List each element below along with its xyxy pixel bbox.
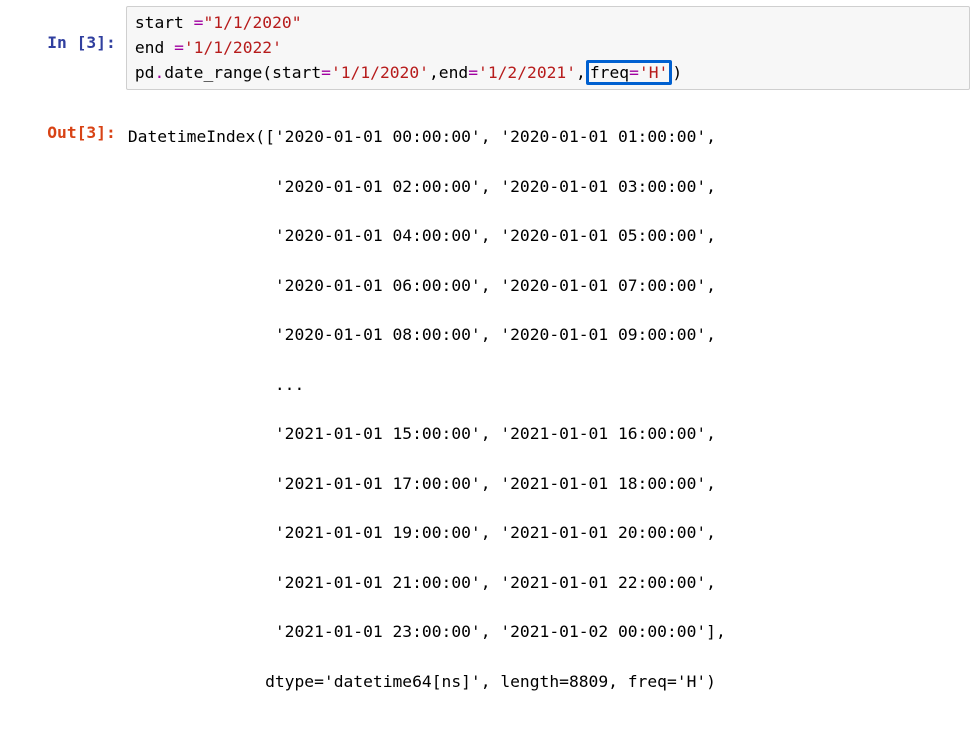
out-line: dtype='datetime64[ns]', length=8809, fre… <box>128 670 970 695</box>
out-line: DatetimeIndex(['2020-01-01 00:00:00', '2… <box>128 125 970 150</box>
output-cell: Out[3]: DatetimeIndex(['2020-01-01 00:00… <box>8 96 970 744</box>
code-input[interactable]: start ="1/1/2020" end ='1/1/2022' pd.dat… <box>126 6 970 90</box>
out-line: '2021-01-01 17:00:00', '2021-01-01 18:00… <box>128 472 970 497</box>
out-line: '2020-01-01 04:00:00', '2020-01-01 05:00… <box>128 224 970 249</box>
output-text: DatetimeIndex(['2020-01-01 00:00:00', '2… <box>126 96 970 744</box>
out-line: '2021-01-01 23:00:00', '2021-01-02 00:00… <box>128 620 970 645</box>
input-cell: In [3]: start ="1/1/2020" end ='1/1/2022… <box>8 6 970 90</box>
out-line: '2021-01-01 19:00:00', '2021-01-01 20:00… <box>128 521 970 546</box>
out-prompt: Out[3]: <box>47 123 116 142</box>
out-line: '2021-01-01 15:00:00', '2021-01-01 16:00… <box>128 422 970 447</box>
out-line: '2021-01-01 21:00:00', '2021-01-01 22:00… <box>128 571 970 596</box>
out-line: '2020-01-01 02:00:00', '2020-01-01 03:00… <box>128 175 970 200</box>
out-line: ... <box>128 373 970 398</box>
code-line-3: pd.date_range(start='1/1/2020',end='1/2/… <box>135 61 961 86</box>
code-line-1: start ="1/1/2020" <box>135 11 961 36</box>
in-prompt: In [3]: <box>47 33 116 52</box>
code-line-2: end ='1/1/2022' <box>135 36 961 61</box>
highlighted-freq-kwarg: freq='H' <box>586 60 672 85</box>
out-line: '2020-01-01 08:00:00', '2020-01-01 09:00… <box>128 323 970 348</box>
out-line: '2020-01-01 06:00:00', '2020-01-01 07:00… <box>128 274 970 299</box>
